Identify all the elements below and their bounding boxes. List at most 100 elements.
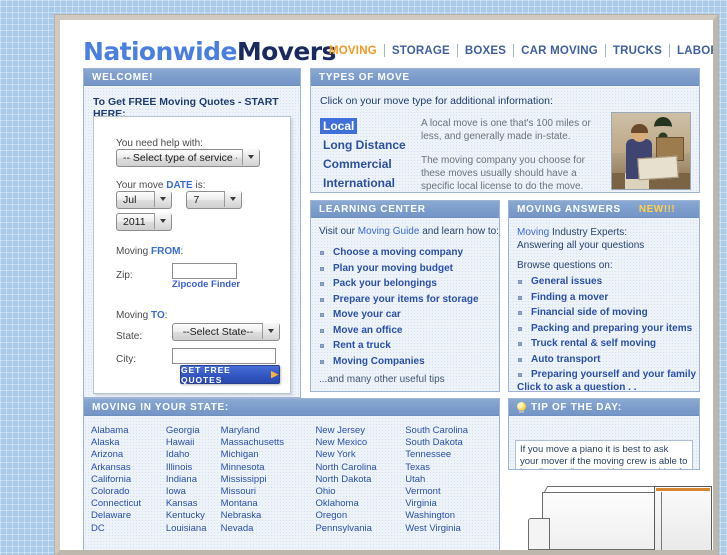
state-link[interactable]: Alaska [91, 437, 166, 449]
state-link[interactable]: West Virginia [405, 523, 495, 535]
state-select[interactable]: --Select State-- [172, 323, 280, 341]
state-link[interactable]: Georgia [166, 425, 221, 437]
answers-link-3[interactable]: Packing and preparing your items [531, 323, 692, 334]
learning-link-7[interactable]: Moving Companies [333, 356, 425, 367]
lightbulb-base [519, 410, 524, 413]
move-type-description: A local move is one that's 100 miles or … [421, 117, 606, 192]
state-link[interactable]: Connecticut [91, 498, 166, 510]
state-link[interactable]: South Carolina [405, 425, 495, 437]
month-select[interactable]: Jul [116, 191, 172, 209]
answers-link-2[interactable]: Financial side of moving [531, 307, 648, 318]
answers-link-4[interactable]: Truck rental & self moving [531, 338, 656, 349]
state-link[interactable]: Montana [221, 498, 316, 510]
state-link[interactable]: Pennsylvania [315, 523, 405, 535]
zipcode-finder-link[interactable]: Zipcode Finder [172, 279, 240, 290]
state-link[interactable]: California [91, 474, 166, 486]
state-link[interactable]: Washington [405, 510, 495, 522]
state-link[interactable]: Illinois [166, 462, 221, 474]
state-link[interactable]: Kansas [166, 498, 221, 510]
state-link[interactable]: Iowa [166, 486, 221, 498]
truck-accent-stripe [656, 488, 710, 491]
state-link[interactable]: Mississippi [221, 474, 316, 486]
state-link[interactable]: North Dakota [315, 474, 405, 486]
state-link[interactable]: Colorado [91, 486, 166, 498]
state-link[interactable]: New York [315, 449, 405, 461]
answers-link-6[interactable]: Preparing yourself and your family [531, 369, 696, 380]
nav-item-storage[interactable]: STORAGE [385, 45, 457, 57]
nav-item-trucks[interactable]: TRUCKS [606, 45, 669, 57]
year-select[interactable]: 2011 [116, 213, 172, 231]
list-item: Prepare your items for storage [319, 294, 499, 305]
state-link[interactable]: Minnesota [221, 462, 316, 474]
state-link[interactable]: Maryland [221, 425, 316, 437]
state-link[interactable]: Massachusetts [221, 437, 316, 449]
state-link[interactable]: Texas [405, 462, 495, 474]
state-link[interactable]: Arkansas [91, 462, 166, 474]
day-select-wrapper: 7 [186, 190, 243, 209]
list-item: Auto transport [517, 354, 699, 365]
state-link[interactable]: New Mexico [315, 437, 405, 449]
state-link[interactable]: Vermont [405, 486, 495, 498]
list-item: Preparing yourself and your family [517, 369, 699, 380]
learning-panel-body: Visit our Moving Guide and learn how to:… [311, 219, 499, 391]
state-link[interactable]: Virginia [405, 498, 495, 510]
answers-header-label: MOVING ANSWERS [517, 203, 621, 215]
move-type-paragraph-1: A local move is one that's 100 miles or … [421, 118, 591, 142]
state-link[interactable]: Arizona [91, 449, 166, 461]
state-link[interactable]: Nebraska [221, 510, 316, 522]
state-link[interactable]: New Jersey [315, 425, 405, 437]
state-link[interactable]: Alabama [91, 425, 166, 437]
state-link[interactable]: Ohio [315, 486, 405, 498]
day-select[interactable]: 7 [186, 191, 243, 209]
move-type-long-distance[interactable]: Long Distance [320, 137, 409, 153]
zip-input[interactable] [172, 262, 237, 279]
welcome-panel: WELCOME! To Get FREE Moving Quotes - STA… [83, 68, 301, 398]
nav-item-car-moving[interactable]: CAR MOVING [514, 45, 605, 57]
state-link[interactable]: Idaho [166, 449, 221, 461]
learning-center-panel: LEARNING CENTER Visit our Moving Guide a… [310, 200, 500, 392]
arrow-right-icon: ▶ [271, 369, 279, 379]
state-link[interactable]: Hawaii [166, 437, 221, 449]
site-logo[interactable]: NationwideMovers [83, 37, 336, 66]
learning-link-5[interactable]: Move an office [333, 325, 402, 336]
service-select[interactable]: -- Select type of service -- [116, 149, 260, 167]
state-link[interactable]: Missouri [221, 486, 316, 498]
move-type-commercial[interactable]: Commercial [320, 156, 395, 172]
photo-box-front [637, 155, 679, 181]
state-link[interactable]: Oklahoma [315, 498, 405, 510]
nav-item-labor[interactable]: LABOR [670, 45, 713, 57]
state-link[interactable]: Tennessee [405, 449, 495, 461]
state-link[interactable]: Nevada [221, 523, 316, 535]
learning-link-4[interactable]: Move your car [333, 309, 401, 320]
nav-item-boxes[interactable]: BOXES [458, 45, 513, 57]
answers-link-0[interactable]: General issues [531, 276, 602, 287]
quote-form: You need help with: -- Select type of se… [93, 116, 291, 394]
answers-link-5[interactable]: Auto transport [531, 354, 600, 365]
nav-item-moving[interactable]: MOVING [322, 45, 384, 57]
state-link[interactable]: North Carolina [315, 462, 405, 474]
moving-guide-link[interactable]: Moving Guide [358, 226, 420, 237]
state-link[interactable]: South Dakota [405, 437, 495, 449]
learning-link-2[interactable]: Pack your belongings [333, 278, 437, 289]
get-free-quotes-button[interactable]: GET FREE QUOTES ▶ [180, 365, 280, 385]
state-link[interactable]: Utah [405, 474, 495, 486]
learning-link-1[interactable]: Plan your moving budget [333, 263, 453, 274]
move-type-international[interactable]: International [320, 175, 398, 191]
state-link[interactable]: Louisiana [166, 523, 221, 535]
state-link[interactable]: Indiana [166, 474, 221, 486]
bullet-icon [518, 311, 522, 315]
state-link[interactable]: DC [91, 523, 166, 535]
learning-panel-header: LEARNING CENTER [311, 201, 499, 218]
new-badge: NEW!!! [638, 203, 676, 215]
answers-link-1[interactable]: Finding a mover [531, 292, 608, 303]
state-link[interactable]: Kentucky [166, 510, 221, 522]
city-input[interactable] [172, 347, 276, 364]
state-link[interactable]: Michigan [221, 449, 316, 461]
move-type-local[interactable]: Local [320, 118, 358, 134]
state-link[interactable]: Delaware [91, 510, 166, 522]
state-link[interactable]: Oregon [315, 510, 405, 522]
learning-link-0[interactable]: Choose a moving company [333, 247, 463, 258]
learning-link-3[interactable]: Prepare your items for storage [333, 294, 479, 305]
learning-link-6[interactable]: Rent a truck [333, 340, 391, 351]
ask-question-link[interactable]: Click to ask a question . . [517, 382, 636, 391]
